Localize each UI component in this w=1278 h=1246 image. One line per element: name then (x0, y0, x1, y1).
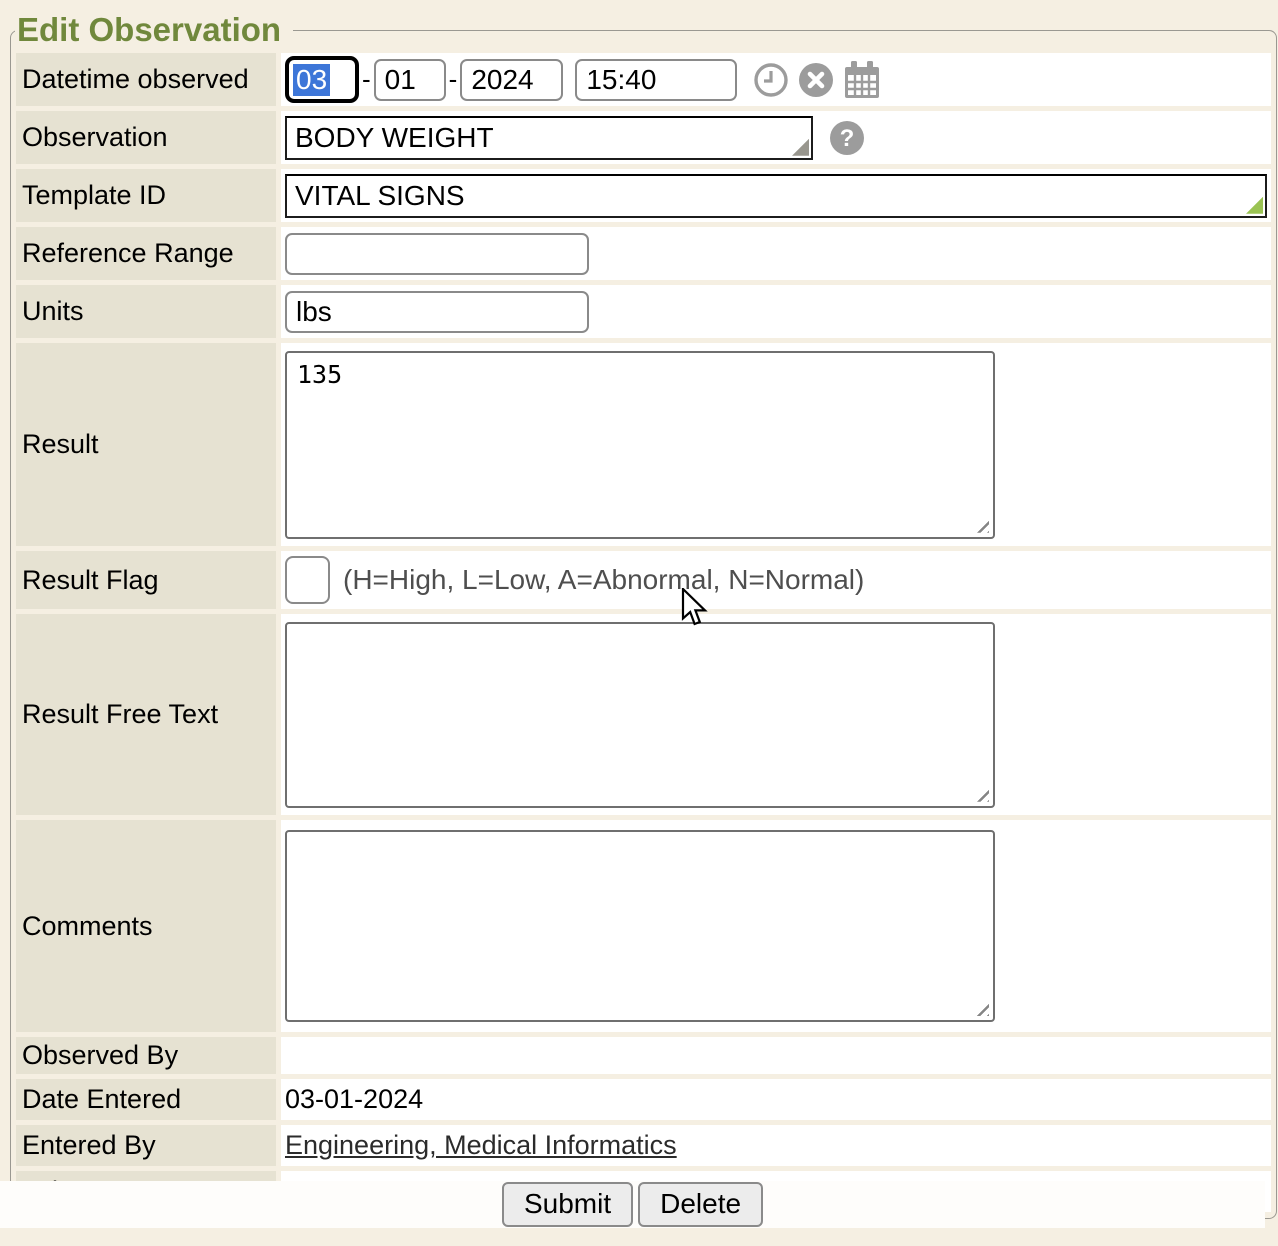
edit-observation-fieldset: Edit Observation Datetime observed 03 - … (10, 12, 1277, 1219)
table-row: Result Flag (H=High, L=Low, A=Abnormal, … (16, 551, 1271, 609)
table-row: Result 135 (16, 343, 1271, 546)
datetime-year-input[interactable]: 2024 (460, 59, 563, 101)
selected-text: 03 (293, 64, 330, 96)
table-row: Comments (16, 820, 1271, 1032)
observation-label: Observation (16, 111, 276, 164)
reference-range-input[interactable] (285, 233, 589, 275)
reference-range-label: Reference Range (16, 227, 276, 280)
units-label: Units (16, 285, 276, 338)
table-row: Observation BODY WEIGHT ? (16, 111, 1271, 164)
template-id-label: Template ID (16, 169, 276, 222)
datetime-observed-label: Datetime observed (16, 53, 276, 106)
date-entered-value: 03-01-2024 (285, 1084, 423, 1114)
date-entered-label: Date Entered (16, 1079, 276, 1120)
units-input[interactable]: lbs (285, 291, 589, 333)
form-actions: Submit Delete (0, 1181, 1265, 1228)
observation-field[interactable]: BODY WEIGHT (285, 116, 813, 160)
table-row: Units lbs (16, 285, 1271, 338)
datetime-month-input[interactable]: 03 (285, 56, 359, 103)
table-row: Template ID VITAL SIGNS (16, 169, 1271, 222)
result-textarea[interactable]: 135 (285, 351, 995, 539)
result-flag-label: Result Flag (16, 551, 276, 609)
svg-text:?: ? (840, 125, 855, 152)
table-row: Date Entered 03-01-2024 (16, 1079, 1271, 1120)
clock-icon[interactable] (753, 62, 789, 98)
table-row: Observed By (16, 1037, 1271, 1074)
entered-by-label: Entered By (16, 1125, 276, 1166)
table-row: Entered By Engineering, Medical Informat… (16, 1125, 1271, 1166)
delete-button[interactable]: Delete (638, 1182, 763, 1226)
result-free-text-textarea[interactable] (285, 622, 995, 808)
result-label: Result (16, 343, 276, 546)
template-id-field[interactable]: VITAL SIGNS (285, 174, 1267, 218)
mouse-cursor (681, 588, 709, 631)
edit-observation-page: { "title": "Edit Observation", "form": {… (0, 0, 1278, 1246)
help-icon[interactable]: ? (829, 120, 865, 156)
entered-by-link[interactable]: Engineering, Medical Informatics (285, 1130, 677, 1160)
observation-form-table: Datetime observed 03 - 01 - 2024 15:40 (11, 48, 1276, 1217)
page-title: Edit Observation (15, 12, 293, 48)
clear-icon[interactable] (798, 62, 834, 98)
date-separator: - (362, 64, 371, 95)
result-flag-hint: (H=High, L=Low, A=Abnormal, N=Normal) (343, 564, 864, 596)
table-row: Datetime observed 03 - 01 - 2024 15:40 (16, 53, 1271, 106)
observed-by-label: Observed By (16, 1037, 276, 1074)
calendar-icon[interactable] (843, 60, 881, 100)
datetime-time-input[interactable]: 15:40 (575, 59, 737, 101)
date-separator: - (449, 64, 458, 95)
result-free-text-label: Result Free Text (16, 614, 276, 815)
comments-textarea[interactable] (285, 830, 995, 1022)
table-row: Result Free Text (16, 614, 1271, 815)
submit-button[interactable]: Submit (502, 1182, 633, 1226)
table-row: Reference Range (16, 227, 1271, 280)
datetime-day-input[interactable]: 01 (374, 59, 446, 101)
comments-label: Comments (16, 820, 276, 1032)
result-flag-input[interactable] (285, 556, 330, 604)
